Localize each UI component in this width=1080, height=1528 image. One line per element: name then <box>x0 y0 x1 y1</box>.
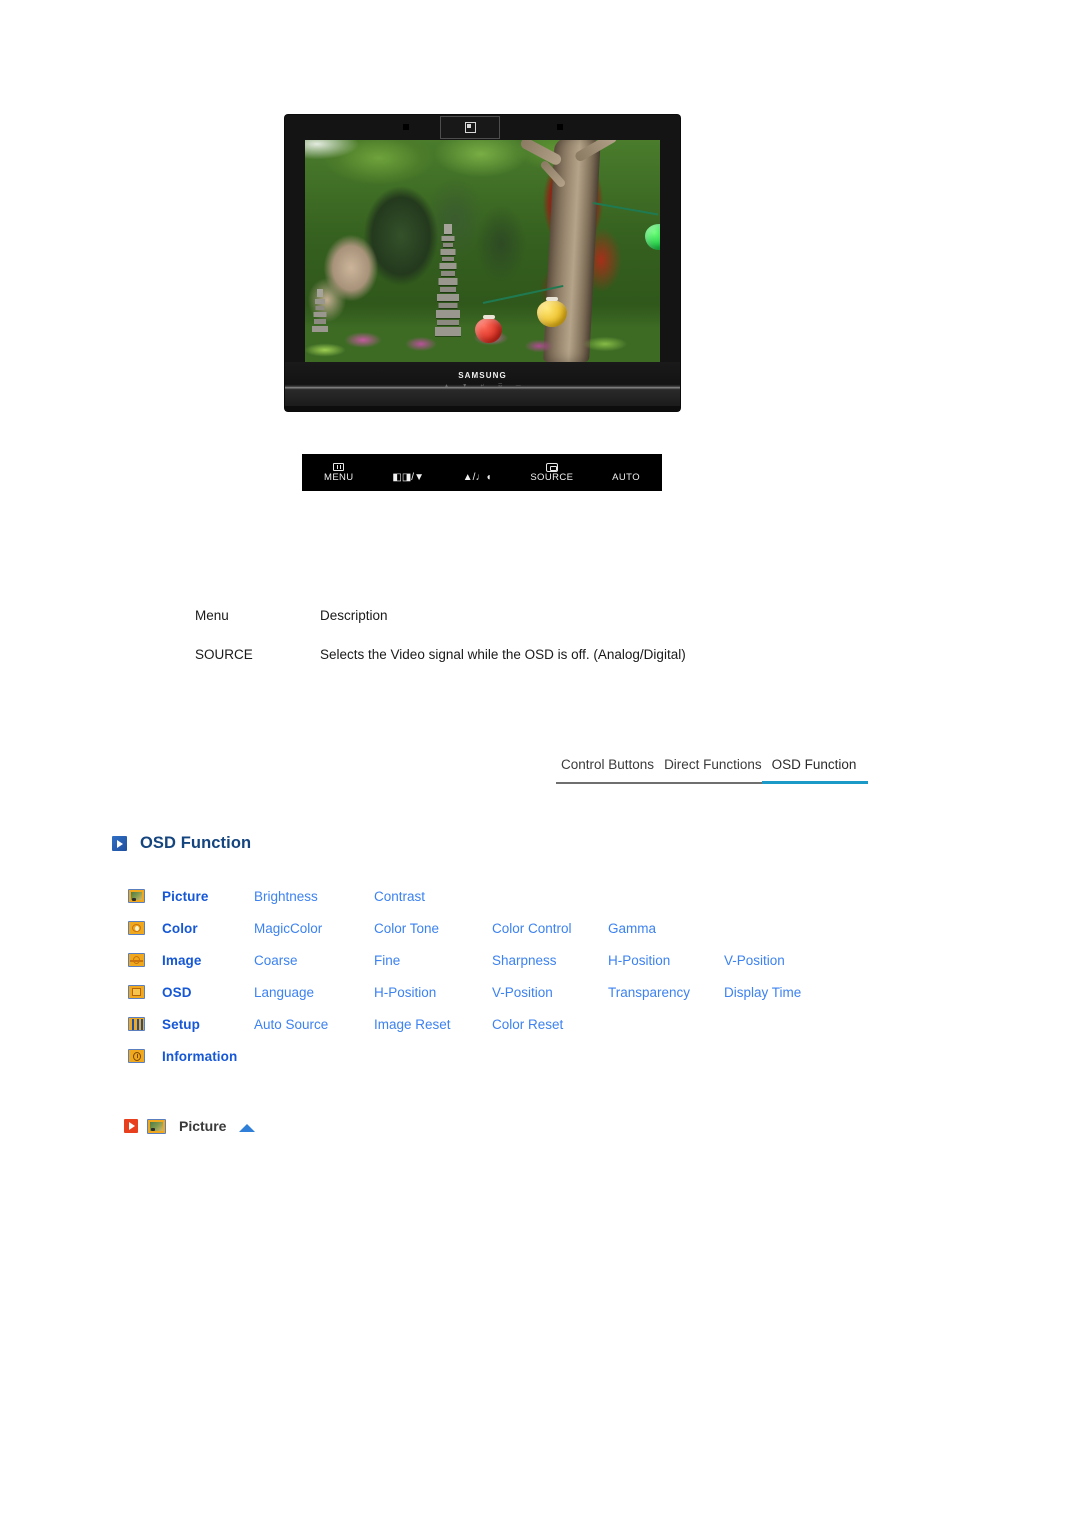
osd-item-display-time[interactable]: Display Time <box>724 985 840 1000</box>
red-play-arrow-icon <box>124 1119 138 1133</box>
menu-button[interactable]: MENU <box>324 462 354 483</box>
osd-menu-map: Picture Brightness Contrast Color MagicC… <box>128 880 948 1072</box>
osd-item-coarse[interactable]: Coarse <box>254 953 374 968</box>
page-title: OSD Function <box>140 834 252 852</box>
osd-item-gamma[interactable]: Gamma <box>608 921 724 936</box>
cell-menu-description: Selects the Video signal while the OSD i… <box>320 647 686 663</box>
tab-control-buttons[interactable]: Control Buttons <box>556 757 659 778</box>
osd-menu-icon <box>128 985 145 999</box>
osd-item-h-position[interactable]: H-Position <box>608 953 724 968</box>
osd-item-color-control[interactable]: Color Control <box>492 921 608 936</box>
tab-underline <box>556 781 868 784</box>
table-header-row: Menu Description <box>195 608 955 624</box>
blue-up-triangle-icon[interactable] <box>239 1123 256 1132</box>
osd-item-auto-source[interactable]: Auto Source <box>254 1017 374 1032</box>
bezel-key-row: ▲ ▼ ↵ ☲ — <box>285 383 680 389</box>
bezel-key: ☲ <box>497 383 503 389</box>
osd-item-color-tone[interactable]: Color Tone <box>374 921 492 936</box>
power-indicator-glyph <box>464 122 476 133</box>
osd-item-brightness[interactable]: Brightness <box>254 889 374 904</box>
osd-group-label[interactable]: OSD <box>162 985 254 1000</box>
source-icon <box>545 462 558 472</box>
source-button-label: SOURCE <box>530 472 574 484</box>
stone-pagoda-small <box>311 288 329 332</box>
osd-group-label[interactable]: Setup <box>162 1017 254 1032</box>
osd-item-language[interactable]: Language <box>254 985 374 1000</box>
tab-navigation: Control Buttons Direct Functions OSD Fun… <box>556 757 868 790</box>
lantern-cap <box>546 297 558 301</box>
auto-button-label: AUTO <box>612 472 640 484</box>
osd-group-label[interactable]: Color <box>162 921 254 936</box>
power-indicator-icon <box>440 116 500 139</box>
menu-bars-icon <box>333 462 345 472</box>
samsung-logo: SAMSUNG <box>458 371 507 380</box>
yellow-lantern <box>537 300 567 327</box>
bezel-key: ↵ <box>480 383 485 389</box>
osd-item-v-position[interactable]: V-Position <box>492 985 608 1000</box>
picture-menu-icon <box>147 1118 166 1134</box>
osd-item-h-position[interactable]: H-Position <box>374 985 492 1000</box>
column-header-menu: Menu <box>195 608 229 623</box>
osd-item-v-position[interactable]: V-Position <box>724 953 840 968</box>
picture-menu-icon <box>128 889 145 903</box>
information-menu-icon <box>128 1049 145 1063</box>
osd-group-label[interactable]: Image <box>162 953 254 968</box>
red-lantern <box>475 318 502 343</box>
table-row: SOURCE Selects the Video signal while th… <box>195 647 955 663</box>
blue-play-arrow-icon <box>112 836 127 851</box>
monitor-product-image: SAMSUNG ▲ ▼ ↵ ☲ — <box>285 115 680 411</box>
monitor-stand-neck <box>285 406 680 411</box>
osd-item-sharpness[interactable]: Sharpness <box>492 953 608 968</box>
menu-button-label: MENU <box>324 472 354 484</box>
brightness-down-button[interactable]: ◧◨/▼ <box>392 462 424 484</box>
bezel-key: ▲ <box>443 383 450 389</box>
picture-section-label: Picture <box>179 1118 227 1134</box>
osd-row-image: Image Coarse Fine Sharpness H-Position V… <box>128 944 948 976</box>
tab-direct-functions[interactable]: Direct Functions <box>659 757 767 778</box>
volume-up-label: ▲/♩◖ <box>462 471 492 483</box>
auto-button[interactable]: AUTO <box>612 462 640 483</box>
osd-row-setup: Setup Auto Source Image Reset Color Rese… <box>128 1008 948 1040</box>
osd-group-label[interactable]: Picture <box>162 889 254 904</box>
menu-description-table: Menu Description SOURCE Selects the Vide… <box>195 608 955 663</box>
image-menu-icon <box>128 953 145 967</box>
osd-item-contrast[interactable]: Contrast <box>374 889 492 904</box>
color-menu-icon <box>128 921 145 935</box>
monitor-top-bezel <box>285 115 680 139</box>
osd-item-color-reset[interactable]: Color Reset <box>492 1017 608 1032</box>
osd-row-color: Color MagicColor Color Tone Color Contro… <box>128 912 948 944</box>
osd-item-fine[interactable]: Fine <box>374 953 492 968</box>
bezel-key: ▼ <box>462 383 468 389</box>
osd-row-information: Information <box>128 1040 948 1072</box>
brightness-down-label: ◧◨/▼ <box>392 471 424 483</box>
column-header-description: Description <box>320 608 388 623</box>
control-button-strip: MENU ◧◨/▼ ▲/♩◖ SOURCE AUTO <box>302 454 662 491</box>
monitor-screen <box>305 140 660 362</box>
tab-osd-function[interactable]: OSD Function <box>767 757 862 778</box>
tab-underline-active <box>762 781 868 784</box>
volume-up-button[interactable]: ▲/♩◖ <box>463 462 492 484</box>
picture-section-header: Picture <box>124 1118 256 1134</box>
stone-pagoda <box>433 212 463 336</box>
bezel-key: — <box>515 383 522 389</box>
monitor-bottom-bezel: SAMSUNG ▲ ▼ ↵ ☲ — <box>285 362 680 411</box>
lantern-cap <box>483 315 495 319</box>
osd-item-transparency[interactable]: Transparency <box>608 985 724 1000</box>
osd-row-osd: OSD Language H-Position V-Position Trans… <box>128 976 948 1008</box>
bezel-sensor-dot-left <box>403 124 409 130</box>
section-heading: OSD Function <box>112 834 251 853</box>
osd-item-image-reset[interactable]: Image Reset <box>374 1017 492 1032</box>
tab-underline-inactive <box>556 782 762 784</box>
setup-menu-icon <box>128 1017 145 1031</box>
osd-group-label[interactable]: Information <box>162 1049 254 1064</box>
bezel-sensor-dot-right <box>557 124 563 130</box>
source-button[interactable]: SOURCE <box>530 462 573 483</box>
osd-item-magiccolor[interactable]: MagicColor <box>254 921 374 936</box>
cell-menu-name: SOURCE <box>195 647 253 663</box>
osd-row-picture: Picture Brightness Contrast <box>128 880 948 912</box>
